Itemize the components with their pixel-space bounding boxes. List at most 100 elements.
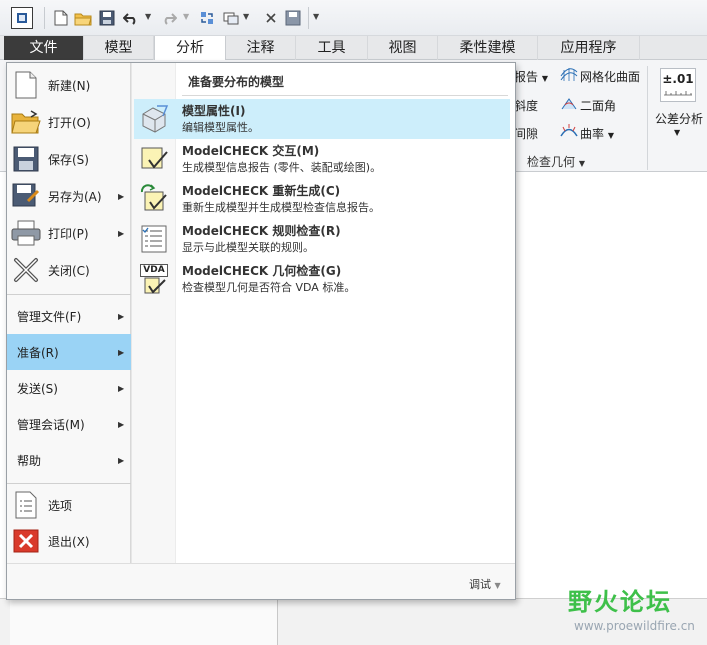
menu-print[interactable]: 打印(P) ▶ [7,215,131,251]
undo-icon[interactable] [122,9,140,27]
tab-applications[interactable]: 应用程序 [538,36,640,60]
menu-manage-file[interactable]: 管理文件(F) ▶ [7,298,131,334]
model-properties-icon [138,103,170,135]
file-menu-footer: 调试 ▼ [7,563,515,599]
dihedral-button[interactable]: 二面角 [580,97,616,114]
quick-access-toolbar: ▼ ▼ ▼ ▼ [0,0,707,36]
report-label: 报告 [514,70,539,84]
file-menu-commands: 新建(N) 打开(O) 保存(S) 另存为(A) ▶ 打印(P) ▶ 关闭(C)… [7,63,131,563]
menu-exit-label: 退出(X) [48,534,90,549]
save-as-arrow-icon: ▶ [118,191,125,201]
modelcheck-interactive-icon [138,143,170,175]
check-geometry-group[interactable]: 检查几何 ▼ [527,153,585,170]
mesh-surface-icon [560,66,578,82]
submenu-modelcheck-rule-check[interactable]: ModelCHECK 规则检查(R) 显示与此模型关联的规则。 [134,219,510,259]
new-file-icon[interactable] [52,9,70,27]
prepare-arrow-icon: ▶ [118,347,125,357]
menu-new-label: 新建(N) [48,78,91,93]
menu-help-label: 帮助 [17,453,42,468]
modelcheck-regenerate-desc: 重新生成模型并生成模型检查信息报告。 [182,201,380,214]
open-folder-icon[interactable] [74,9,92,27]
tab-analysis[interactable]: 分析 [154,36,226,61]
debug-button[interactable]: 调试 ▼ [469,576,501,592]
regenerate-icon[interactable] [198,9,216,27]
submenu-header: 准备要分布的模型 [188,75,285,89]
submenu-modelcheck-geometry-check[interactable]: VDA ModelCHECK 几何检查(G) 检查模型几何是否符合 VDA 标准… [134,259,510,299]
save-copy-icon[interactable] [284,9,302,27]
tolerance-dropdown-icon[interactable]: ▼ [674,128,680,137]
tolerance-analysis-icon[interactable]: ±.01 [660,68,696,102]
mesh-surface-button[interactable]: 网格化曲面 [580,68,640,85]
modelcheck-regenerate-icon [138,183,170,215]
dihedral-icon [560,95,578,111]
tab-view[interactable]: 视图 [368,36,438,60]
modelcheck-regenerate-title: ModelCHECK 重新生成(C) [182,184,341,198]
curvature-icon [560,123,578,139]
menu-manage-session[interactable]: 管理会话(M) ▶ [7,406,131,442]
manage-session-arrow-icon: ▶ [118,419,125,429]
menu-new[interactable]: 新建(N) [7,67,131,103]
menu-save[interactable]: 保存(S) [7,141,131,177]
manage-file-arrow-icon: ▶ [118,311,125,321]
debug-dropdown-icon: ▼ [494,581,501,590]
close-icon [11,255,41,285]
menu-exit[interactable]: 退出(X) [7,523,131,559]
submenu-divider [182,95,508,96]
check-geometry-label: 检查几何 [527,155,576,169]
menu-prepare[interactable]: 准备(R) ▶ [7,334,131,370]
customize-toolbar-icon[interactable]: ▼ [313,12,319,21]
draft-button[interactable]: 斜度 [514,97,538,114]
file-menu: 新建(N) 打开(O) 保存(S) 另存为(A) ▶ 打印(P) ▶ 关闭(C)… [6,62,516,600]
modelcheck-interactive-desc: 生成模型信息报告 (零件、装配或绘图)。 [182,161,382,174]
menu-options[interactable]: 选项 [7,487,131,523]
tab-tools[interactable]: 工具 [296,36,368,60]
menu-send[interactable]: 发送(S) ▶ [7,370,131,406]
report-dropdown-icon: ▼ [541,74,548,83]
menu-close[interactable]: 关闭(C) [7,252,131,288]
windows-dropdown-icon[interactable]: ▼ [243,12,249,21]
modelcheck-interactive-title: ModelCHECK 交互(M) [182,144,320,158]
app-menu-icon[interactable] [11,7,33,29]
help-arrow-icon: ▶ [118,455,125,465]
menu-help[interactable]: 帮助 ▶ [7,442,131,478]
send-arrow-icon: ▶ [118,383,125,393]
menu-manage-session-label: 管理会话(M) [17,417,85,432]
menu-divider [7,483,131,484]
menu-manage-file-label: 管理文件(F) [17,309,82,324]
printer-icon [11,218,41,248]
redo-dropdown-icon[interactable]: ▼ [183,12,189,21]
menu-prepare-label: 准备(R) [17,345,59,360]
submenu-model-properties[interactable]: 模型属性(I) 编辑模型属性。 [134,99,510,139]
watermark-url: www.proewildfire.cn [574,619,695,633]
save-icon [11,144,41,174]
tab-annotate[interactable]: 注释 [226,36,296,60]
close-window-icon[interactable] [262,9,280,27]
tab-file[interactable]: 文件 [4,36,84,60]
modelcheck-geometry-check-desc: 检查模型几何是否符合 VDA 标准。 [182,281,356,294]
windows-icon[interactable] [222,9,240,27]
menu-save-as-label: 另存为(A) [48,189,102,204]
submenu-modelcheck-regenerate[interactable]: ModelCHECK 重新生成(C) 重新生成模型并生成模型检查信息报告。 [134,179,510,219]
watermark-logo: 野火论坛 [568,588,672,616]
vda-geometry-check-icon: VDA [138,263,170,295]
clearance-button[interactable]: 间隙 [514,125,538,142]
curvature-button[interactable]: 曲率 ▼ [580,125,614,142]
debug-label: 调试 [469,578,491,591]
submenu-modelcheck-interactive[interactable]: ModelCHECK 交互(M) 生成模型信息报告 (零件、装配或绘图)。 [134,139,510,179]
undo-dropdown-icon[interactable]: ▼ [145,12,151,21]
save-as-icon [11,181,41,211]
menu-divider [7,294,131,295]
menu-send-label: 发送(S) [17,381,58,396]
menu-save-as[interactable]: 另存为(A) ▶ [7,178,131,214]
menu-open[interactable]: 打开(O) [7,104,131,140]
modelcheck-rule-check-desc: 显示与此模型关联的规则。 [182,241,314,254]
redo-icon[interactable] [160,9,178,27]
modelcheck-rule-check-title: ModelCHECK 规则检查(R) [182,224,341,238]
new-file-icon [11,70,41,100]
menu-print-label: 打印(P) [48,226,89,241]
tab-model[interactable]: 模型 [84,36,154,60]
tolerance-analysis-button[interactable]: 公差分析 [655,110,703,127]
tab-flexible-modeling[interactable]: 柔性建模 [438,36,538,60]
save-icon[interactable] [98,9,116,27]
report-button[interactable]: 报告 ▼ [514,68,548,85]
